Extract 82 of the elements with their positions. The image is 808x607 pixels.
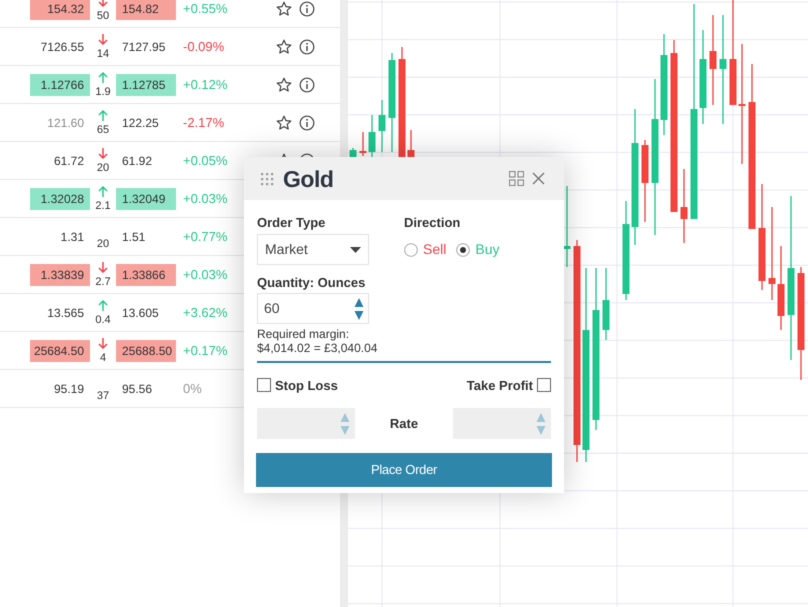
dialog-title: Gold (283, 166, 334, 192)
place-order-button[interactable]: Place Order (256, 453, 552, 487)
ask-price: 1.12785 (116, 74, 176, 96)
bid-price: 1.33839 (30, 264, 90, 286)
take-profit-checkbox[interactable]: Take Profit (466, 376, 551, 395)
change-percent: +0.05% (183, 152, 228, 168)
close-icon[interactable] (532, 172, 545, 185)
bid-price: 154.32 (30, 0, 90, 20)
radio-button[interactable] (456, 242, 470, 256)
bid-price: 1.12766 (30, 74, 90, 96)
field-label: Order Type (257, 214, 326, 232)
ask-price: 61.92 (121, 152, 154, 170)
ask-price: 1.32049 (116, 188, 176, 210)
bid-price: 25684.50 (30, 340, 90, 362)
bid-price: 1.31 (60, 228, 85, 246)
info-icon[interactable] (299, 38, 315, 54)
checkbox[interactable] (537, 378, 551, 392)
spread-value: 20 (96, 236, 110, 250)
rate-label: Rate (390, 414, 418, 433)
field-label: Direction (404, 214, 462, 232)
change-percent: +0.55% (183, 0, 228, 16)
caret-icon (350, 246, 361, 252)
spread-value: 1.9 (95, 84, 111, 98)
ask-price: 7127.95 (121, 38, 166, 56)
spread-value: 4 (100, 350, 106, 364)
ask-price: 95.56 (121, 380, 154, 398)
rate-input[interactable] (257, 408, 355, 439)
bid-price: 121.60 (46, 114, 85, 132)
bid-price: 95.19 (52, 380, 85, 398)
change-percent: -0.09% (183, 38, 224, 54)
quantity-input[interactable]: 60 (257, 293, 369, 324)
candlestick (360, 132, 366, 156)
bid-price: 7126.55 (40, 38, 85, 56)
spread-value: 2.1 (95, 198, 111, 212)
candlestick (350, 148, 356, 157)
info-icon[interactable] (299, 0, 315, 16)
ask-price: 1.33866 (116, 264, 176, 286)
spread-value: 0.4 (95, 312, 111, 326)
margin-value: $4,014.02 = £3,040.04 (257, 341, 378, 355)
ask-price: 154.82 (116, 0, 176, 20)
bid-price: 13.565 (46, 304, 85, 322)
change-percent: +0.03% (183, 190, 228, 206)
star-icon[interactable] (276, 76, 292, 92)
candlestick (368, 115, 376, 157)
drag-handle-icon[interactable] (260, 172, 274, 186)
spread-value: 65 (96, 122, 110, 136)
change-percent: 0% (183, 380, 202, 396)
candlestick (378, 100, 386, 152)
layout-grid-icon[interactable] (509, 171, 524, 186)
checkbox[interactable] (257, 378, 271, 392)
change-percent: +0.03% (183, 266, 228, 282)
candlestick (602, 268, 610, 340)
margin-label: Required margin: (257, 327, 350, 341)
spread-value: 37 (96, 388, 110, 402)
ask-price: 1.51 (121, 228, 146, 246)
radio-option[interactable]: Sell (404, 239, 446, 260)
spread-value: 20 (96, 160, 110, 174)
radio-button[interactable] (404, 242, 418, 256)
change-percent: +0.17% (183, 342, 228, 358)
candlestick (408, 130, 414, 157)
info-icon[interactable] (299, 114, 315, 130)
spread-value: 14 (96, 46, 110, 60)
change-percent: +3.62% (183, 304, 228, 320)
spread-value: 2.7 (95, 274, 111, 288)
rate-input[interactable] (453, 408, 551, 439)
order-type-dropdown[interactable]: Market (257, 234, 369, 265)
star-icon[interactable] (276, 114, 292, 130)
change-percent: +0.77% (183, 228, 228, 244)
spread-value: 50 (96, 8, 110, 22)
stop-loss-checkbox[interactable]: Stop Loss (257, 376, 338, 395)
bid-price: 61.72 (52, 152, 85, 170)
star-icon[interactable] (276, 38, 292, 54)
star-icon[interactable] (276, 0, 292, 16)
info-icon[interactable] (299, 76, 315, 92)
ask-price: 25688.50 (116, 340, 176, 362)
spinner-arrows-icon[interactable] (354, 296, 364, 320)
bid-price: 1.32028 (30, 188, 90, 210)
ask-price: 122.25 (121, 114, 160, 132)
field-label: Quantity: Ounces (257, 274, 366, 292)
change-percent: -2.17% (183, 114, 224, 130)
change-percent: +0.12% (183, 76, 228, 92)
ask-price: 13.605 (121, 304, 160, 322)
